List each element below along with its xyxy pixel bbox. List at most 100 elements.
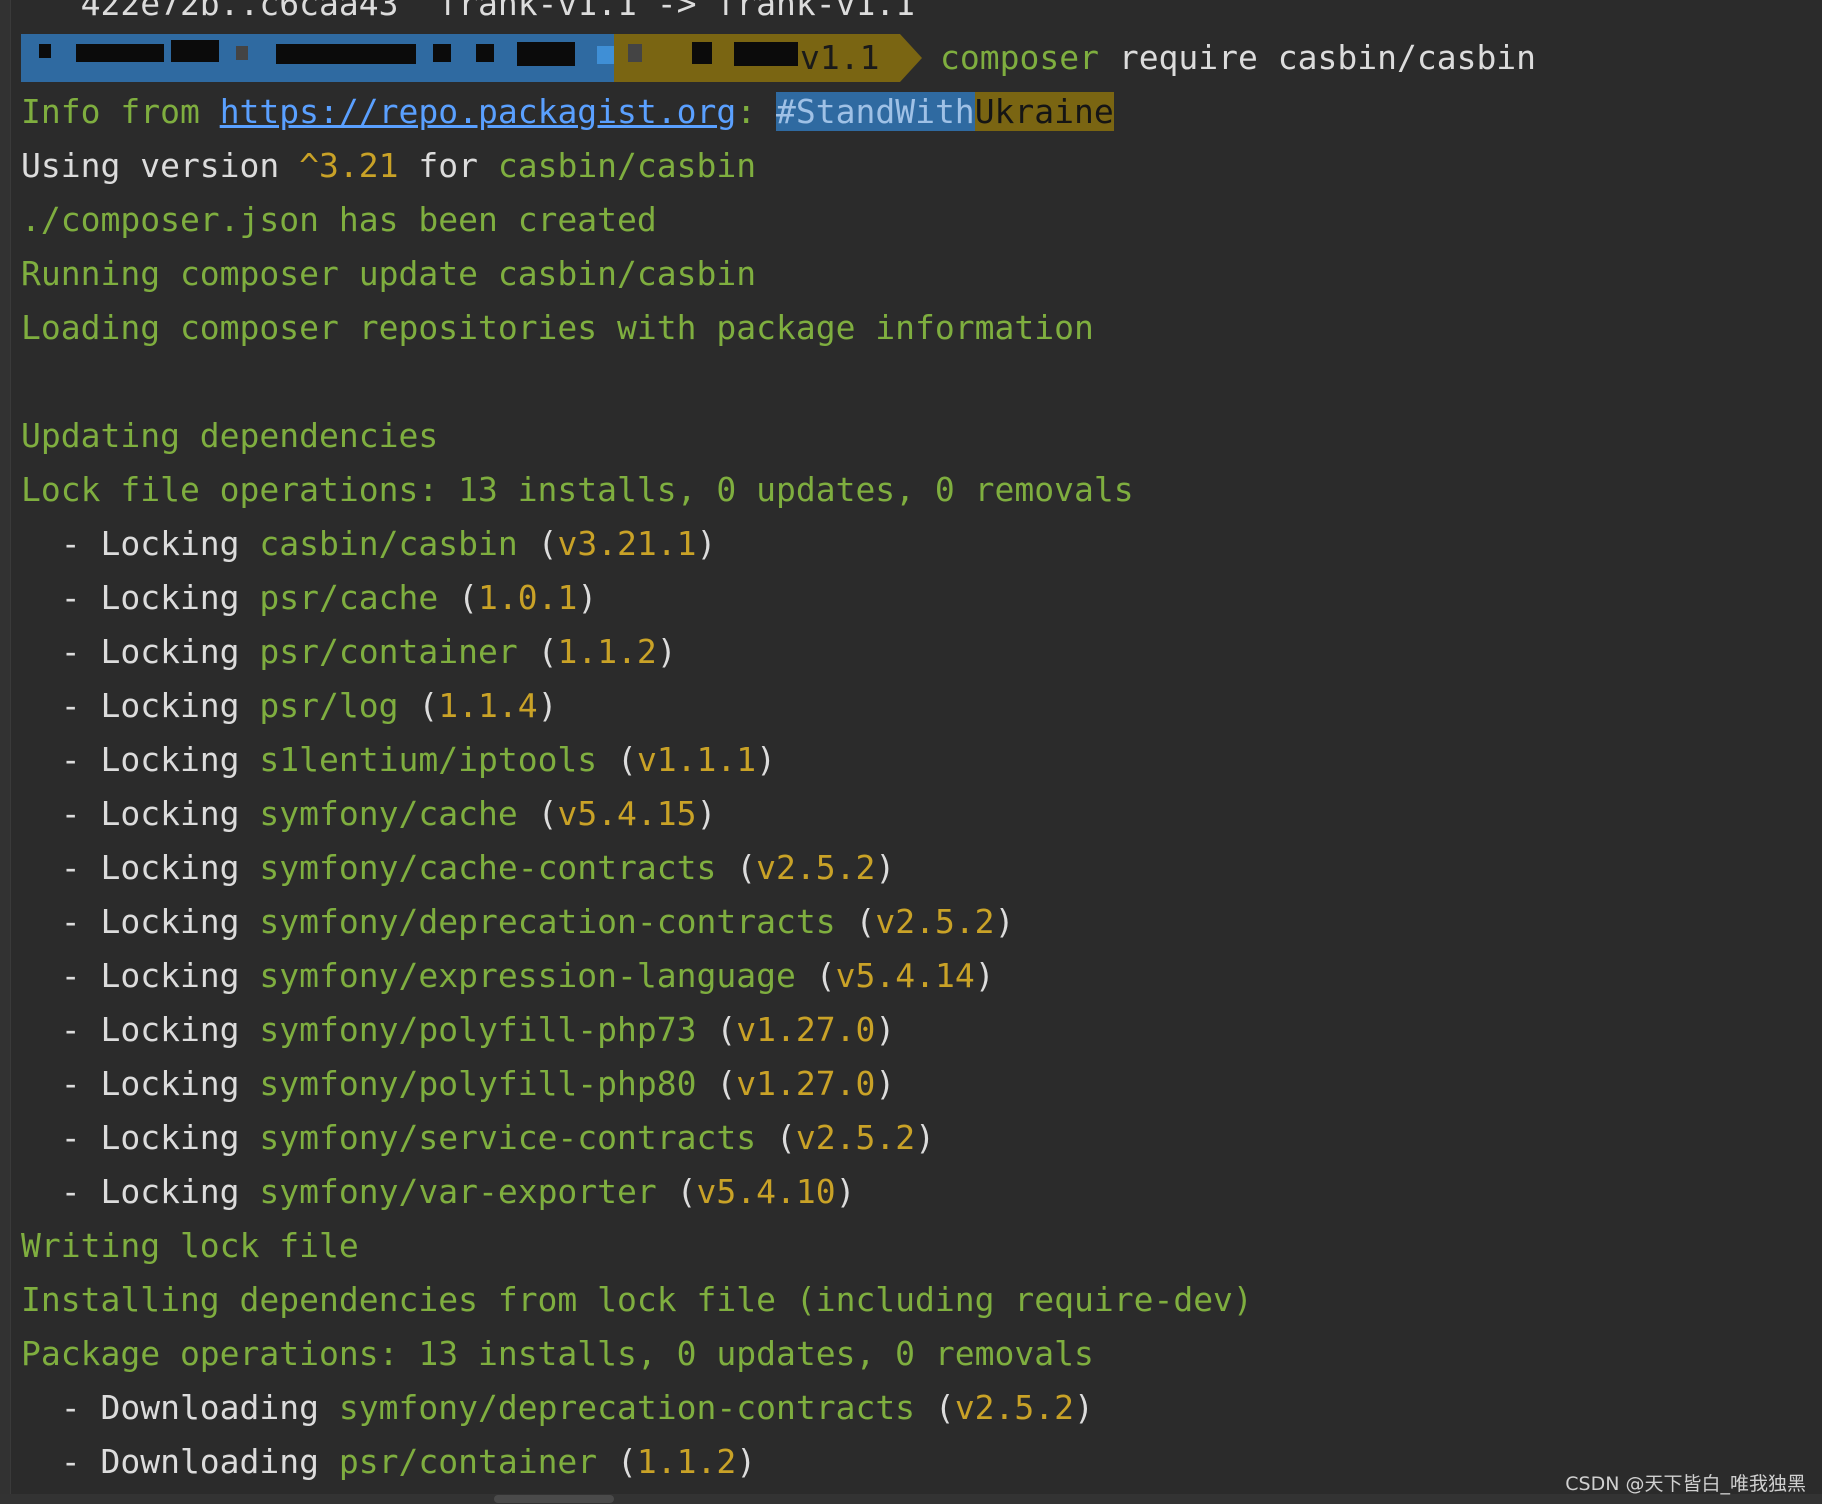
watermark: CSDN @天下皆白_唯我独黑 [1565, 1473, 1806, 1495]
redaction-mark [628, 44, 642, 62]
terminal-line-info: Info from https://repo.packagist.org: #S… [21, 85, 1114, 139]
paren-open: ( [517, 794, 558, 833]
package-version: 1.1.2 [636, 1442, 737, 1481]
prompt-branch-text: v1.1 [800, 38, 880, 77]
redaction-mark [734, 42, 798, 66]
package-name: psr/cache [259, 578, 439, 617]
paren-open: ( [915, 1388, 955, 1427]
paren-close: ) [577, 578, 598, 617]
status-line: Running composer update casbin/casbin [21, 254, 757, 293]
downloading-line: - Downloading psr/container (1.1.2) [21, 1435, 756, 1489]
package-name: symfony/deprecation-contracts [338, 1388, 916, 1427]
paren-close: ) [875, 1064, 896, 1103]
package-version: v5.4.10 [696, 1172, 836, 1211]
redaction-mark [433, 44, 451, 62]
locking-verb: - Locking [21, 794, 260, 833]
package-version: 1.1.4 [438, 686, 538, 725]
scrollbar-thumb[interactable] [494, 1495, 614, 1503]
terminal-line-using-version: Using version ^3.21 for casbin/casbin [21, 139, 756, 193]
prompt-arrow-icon [900, 34, 922, 82]
paren-close: ) [915, 1118, 935, 1157]
paren-close: ) [994, 902, 1015, 941]
package-version: v2.5.2 [795, 1118, 916, 1157]
locking-verb: - Locking [21, 686, 260, 725]
package-name: symfony/cache [259, 794, 518, 833]
locking-line: - Locking psr/container (1.1.2) [21, 625, 677, 679]
prompt-path-segment [21, 34, 614, 82]
locking-verb: - Locking [21, 902, 260, 941]
info-colon: : [736, 92, 776, 131]
paren-open: ( [398, 686, 439, 725]
left-gutter [0, 0, 11, 1504]
prompt-command: composer require casbin/casbin [940, 31, 1536, 85]
locking-line: - Locking symfony/cache (v5.4.15) [21, 787, 717, 841]
info-prefix: Info from [21, 92, 220, 131]
horizontal-scrollbar[interactable] [0, 1494, 1822, 1504]
locking-line: - Locking symfony/cache-contracts (v2.5.… [21, 841, 896, 895]
package-version: 1.1.2 [557, 632, 657, 671]
locking-verb: - Locking [21, 1064, 260, 1103]
package-name: casbin/casbin [259, 524, 518, 563]
paren-open: ( [517, 632, 558, 671]
package-name: symfony/cache-contracts [259, 848, 717, 887]
redaction-mark [171, 40, 219, 62]
paren-open: ( [656, 1172, 697, 1211]
locking-verb: - Locking [21, 956, 260, 995]
locking-verb: - Locking [21, 524, 260, 563]
redaction-mark [517, 42, 575, 66]
paren-close: ) [736, 1442, 757, 1481]
paren-open: ( [438, 578, 478, 617]
redaction-mark [276, 44, 416, 64]
locking-line: - Locking psr/cache (1.0.1) [21, 571, 597, 625]
standwith-tag: #StandWith [776, 92, 975, 131]
package-name: symfony/service-contracts [259, 1118, 757, 1157]
locking-verb: - Locking [21, 1118, 260, 1157]
paren-close: ) [1074, 1388, 1094, 1427]
paren-open: ( [696, 1010, 737, 1049]
locking-verb: - Locking [21, 1010, 260, 1049]
package-version: v2.5.2 [954, 1388, 1075, 1427]
package-name: symfony/deprecation-contracts [259, 902, 836, 941]
paren-close: ) [656, 632, 677, 671]
package-version: v1.27.0 [736, 1010, 876, 1049]
status-line: Updating dependencies [21, 416, 439, 455]
status-line: Lock file operations: 13 installs, 0 upd… [21, 470, 1134, 509]
paren-close: ) [974, 956, 995, 995]
command-args: require casbin/casbin [1098, 38, 1537, 77]
locking-line: - Locking s1lentium/iptools (v1.1.1) [21, 733, 776, 787]
status-line: Loading composer repositories with packa… [21, 308, 1094, 347]
packagist-link[interactable]: https://repo.packagist.org [220, 92, 737, 131]
package-name: psr/container [259, 632, 518, 671]
locking-verb: - Locking [21, 578, 260, 617]
paren-close: ) [835, 1172, 856, 1211]
terminal-window[interactable]: 422e72b..c6caa43 frank-v1.1 -> frank-v1.… [0, 0, 1822, 1504]
terminal-line-top-partial: 422e72b..c6caa43 frank-v1.1 -> frank-v1.… [21, 0, 916, 23]
package-version: v2.5.2 [756, 848, 876, 887]
locking-line: - Locking symfony/expression-language (v… [21, 949, 995, 1003]
redaction-mark [39, 44, 51, 58]
paren-open: ( [795, 956, 836, 995]
paren-open: ( [716, 848, 757, 887]
package-version: v2.5.2 [875, 902, 995, 941]
ukraine-tag: Ukraine [974, 92, 1114, 131]
locking-line: - Locking symfony/polyfill-php73 (v1.27.… [21, 1003, 895, 1057]
command-word: composer [940, 38, 1099, 77]
paren-open: ( [597, 740, 637, 779]
status-line: Installing dependencies from lock file (… [21, 1280, 1253, 1319]
paren-open: ( [517, 524, 558, 563]
package-name: psr/log [259, 686, 399, 725]
package-name: symfony/expression-language [259, 956, 796, 995]
paren-open: ( [756, 1118, 796, 1157]
paren-open: ( [696, 1064, 737, 1103]
package-version: v1.27.0 [736, 1064, 876, 1103]
locking-line: - Locking symfony/service-contracts (v2.… [21, 1111, 935, 1165]
paren-close: ) [696, 524, 717, 563]
paren-close: ) [696, 794, 717, 833]
locking-line: - Locking casbin/casbin (v3.21.1) [21, 517, 717, 571]
locking-verb: - Locking [21, 632, 260, 671]
locking-line: - Locking psr/log (1.1.4) [21, 679, 558, 733]
locking-line: - Locking symfony/var-exporter (v5.4.10) [21, 1165, 856, 1219]
locking-verb: - Locking [21, 1172, 260, 1211]
status-line: Writing lock file [21, 1226, 359, 1265]
using-text: Using version [21, 146, 300, 185]
